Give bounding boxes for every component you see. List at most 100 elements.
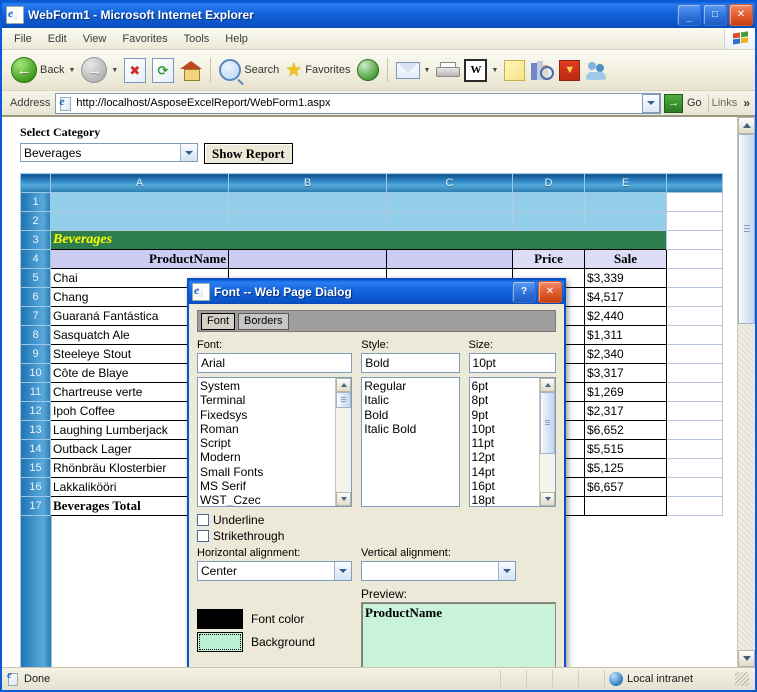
- notes-button[interactable]: [501, 53, 528, 87]
- column-header-f[interactable]: [666, 173, 723, 193]
- show-report-button[interactable]: Show Report: [204, 143, 293, 164]
- menu-item-file[interactable]: File: [6, 31, 40, 47]
- list-item[interactable]: 9pt: [472, 408, 539, 422]
- go-button[interactable]: → Go: [661, 93, 708, 113]
- scrollbar-track[interactable]: [738, 134, 755, 650]
- scrollbar-track[interactable]: [336, 392, 352, 492]
- cell-sale-10[interactable]: $5,515: [584, 439, 667, 459]
- cell-b2[interactable]: [228, 211, 387, 231]
- tab-borders[interactable]: Borders: [238, 312, 289, 330]
- column-header-c[interactable]: C: [386, 173, 513, 193]
- cell-f15[interactable]: [666, 458, 723, 478]
- research-button[interactable]: [528, 53, 556, 87]
- cell-f8[interactable]: [666, 325, 723, 345]
- tab-font[interactable]: Font: [201, 312, 236, 330]
- cell-sale-6[interactable]: $3,317: [584, 363, 667, 383]
- background-color-swatch[interactable]: [197, 632, 243, 652]
- cell-sale-total[interactable]: [584, 496, 667, 516]
- cell-sale-3[interactable]: $2,440: [584, 306, 667, 326]
- messenger-button[interactable]: [583, 53, 611, 87]
- print-button[interactable]: [433, 53, 461, 87]
- cell-f11[interactable]: [666, 382, 723, 402]
- search-button[interactable]: Search: [216, 53, 282, 87]
- close-button[interactable]: ✕: [729, 4, 753, 26]
- back-button[interactable]: ← Back ▼: [8, 53, 78, 87]
- row-header-9[interactable]: 9: [20, 344, 51, 364]
- scrollbar-track[interactable]: [540, 392, 555, 492]
- scroll-down-button[interactable]: [738, 650, 755, 667]
- list-item[interactable]: Roman: [200, 422, 335, 436]
- cell-d2[interactable]: [512, 211, 585, 231]
- mail-dropdown-icon[interactable]: ▼: [424, 67, 431, 74]
- scrollbar-thumb[interactable]: [336, 392, 352, 408]
- cell-f1[interactable]: [666, 192, 723, 212]
- list-item[interactable]: Regular: [364, 379, 458, 393]
- list-item[interactable]: 6pt: [472, 379, 539, 393]
- list-item[interactable]: Small Fonts: [200, 465, 335, 479]
- cell-b4[interactable]: [228, 249, 387, 269]
- list-item[interactable]: 11pt: [472, 436, 539, 450]
- row-header-2[interactable]: 2: [20, 211, 51, 231]
- list-item[interactable]: 16pt: [472, 479, 539, 493]
- scroll-up-button[interactable]: [336, 378, 352, 392]
- cell-f16[interactable]: [666, 477, 723, 497]
- cell-f4[interactable]: [666, 249, 723, 269]
- cell-sale-header[interactable]: Sale: [584, 249, 667, 269]
- cell-c4[interactable]: [386, 249, 513, 269]
- cell-c3[interactable]: [386, 230, 513, 250]
- font-list-scrollbar[interactable]: [335, 378, 352, 506]
- cell-f2[interactable]: [666, 211, 723, 231]
- row-header-16[interactable]: 16: [20, 477, 51, 497]
- list-item[interactable]: 8pt: [472, 393, 539, 407]
- chevron-down-icon[interactable]: [498, 562, 515, 580]
- row-header-15[interactable]: 15: [20, 458, 51, 478]
- cell-e2[interactable]: [584, 211, 667, 231]
- strikethrough-checkbox[interactable]: [197, 530, 209, 542]
- list-item[interactable]: 18pt: [472, 493, 539, 506]
- forward-button[interactable]: → ▼: [78, 53, 121, 87]
- row-header-10[interactable]: 10: [20, 363, 51, 383]
- list-item[interactable]: 14pt: [472, 465, 539, 479]
- list-item[interactable]: System: [200, 379, 335, 393]
- address-input[interactable]: http://localhost/AsposeExcelReport/WebFo…: [55, 92, 661, 114]
- list-item[interactable]: Italic Bold: [364, 422, 458, 436]
- forward-dropdown-icon[interactable]: ▼: [111, 67, 118, 74]
- cell-e3[interactable]: [584, 230, 667, 250]
- menu-item-favorites[interactable]: Favorites: [114, 31, 175, 47]
- row-header-14[interactable]: 14: [20, 439, 51, 459]
- cell-f10[interactable]: [666, 363, 723, 383]
- cell-c1[interactable]: [386, 192, 513, 212]
- cell-sale-1[interactable]: $3,339: [584, 268, 667, 288]
- scrollbar-thumb[interactable]: [540, 392, 555, 454]
- cell-f17[interactable]: [666, 496, 723, 516]
- cell-a3-title[interactable]: Beverages: [50, 230, 229, 250]
- category-dropdown-icon[interactable]: [180, 144, 197, 161]
- menu-item-tools[interactable]: Tools: [176, 31, 218, 47]
- corner-cell[interactable]: [20, 173, 51, 193]
- cell-c2[interactable]: [386, 211, 513, 231]
- menu-item-help[interactable]: Help: [217, 31, 256, 47]
- minimize-button[interactable]: _: [677, 4, 701, 26]
- row-header-12[interactable]: 12: [20, 401, 51, 421]
- download-manager-button[interactable]: ▼: [556, 53, 583, 87]
- cell-f14[interactable]: [666, 439, 723, 459]
- links-button[interactable]: Links: [707, 94, 741, 112]
- row-header-7[interactable]: 7: [20, 306, 51, 326]
- mail-button[interactable]: ▼: [393, 53, 434, 87]
- list-item[interactable]: Italic: [364, 393, 458, 407]
- cell-f9[interactable]: [666, 344, 723, 364]
- font-input[interactable]: Arial: [197, 353, 353, 373]
- column-header-e[interactable]: E: [584, 173, 667, 193]
- scroll-up-button[interactable]: [738, 117, 755, 134]
- list-item[interactable]: 12pt: [472, 450, 539, 464]
- row-header-1[interactable]: 1: [20, 192, 51, 212]
- font-listbox[interactable]: System Terminal Fixedsys Roman Script Mo…: [197, 377, 353, 507]
- list-item[interactable]: Modern: [200, 450, 335, 464]
- style-input[interactable]: Bold: [361, 353, 460, 373]
- page-vertical-scrollbar[interactable]: [737, 117, 755, 667]
- favorites-button[interactable]: ★ Favorites: [282, 53, 353, 87]
- list-item[interactable]: Script: [200, 436, 335, 450]
- resize-grip-icon[interactable]: [735, 672, 749, 686]
- cell-a2[interactable]: [50, 211, 229, 231]
- row-header-8[interactable]: 8: [20, 325, 51, 345]
